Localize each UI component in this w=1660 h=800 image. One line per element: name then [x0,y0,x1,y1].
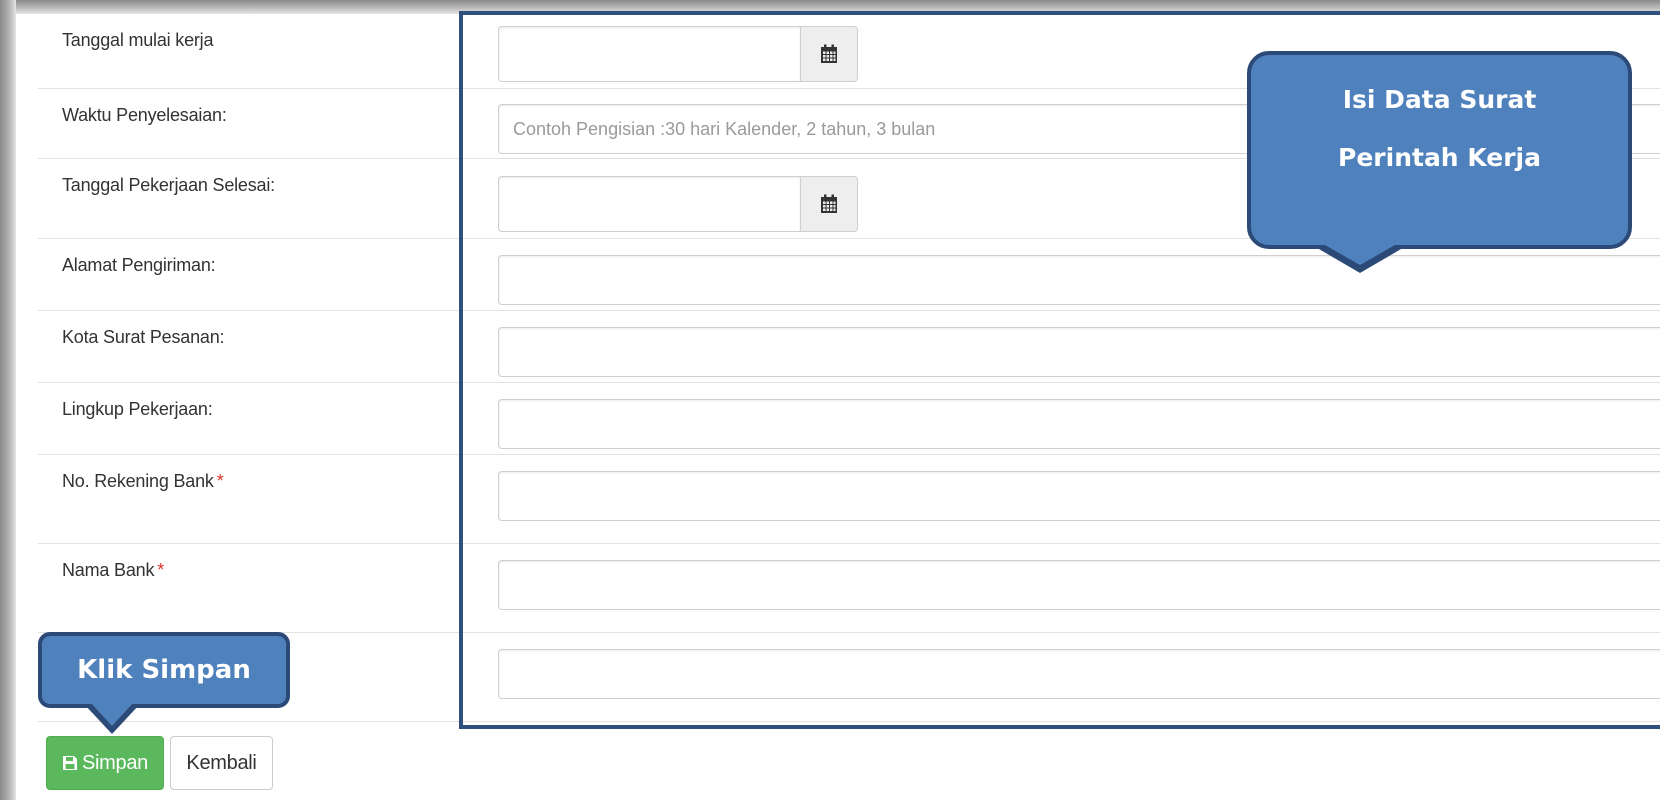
required-marker: * [157,560,165,580]
bank-account-label-group: No. Rekening Bank * [62,471,224,492]
bank-name-label-group: Nama Bank * [62,560,164,581]
save-callout-text: Klik Simpan [77,655,251,685]
order-city-label: Kota Surat Pesanan: [62,327,225,347]
fill-callout-tail [1318,241,1402,265]
shipping-address-label: Alamat Pengiriman: [62,255,216,275]
bank-name-label: Nama Bank [62,560,155,580]
fill-data-callout: Isi Data Surat Perintah Kerja [1247,51,1632,249]
start-date-label: Tanggal mulai kerja [62,30,214,50]
screenshot-frame-left [0,0,16,800]
bank-account-label: No. Rekening Bank [62,471,214,491]
fill-callout-line1: Isi Data Surat [1342,85,1537,114]
floppy-disk-icon [62,756,77,770]
save-callout-tail [90,702,134,726]
fill-callout-line2: Perintah Kerja [1338,143,1541,172]
back-button-label: Kembali [186,751,257,774]
work-scope-label: Lingkup Pekerjaan: [62,399,213,419]
save-callout: Klik Simpan [38,632,290,708]
end-date-label: Tanggal Pekerjaan Selesai: [62,175,275,195]
save-button[interactable]: Simpan [46,736,164,790]
required-marker: * [216,471,224,491]
back-button[interactable]: Kembali [170,736,273,790]
completion-time-label: Waktu Penyelesaian: [62,105,227,125]
save-button-label: Simpan [81,751,148,774]
